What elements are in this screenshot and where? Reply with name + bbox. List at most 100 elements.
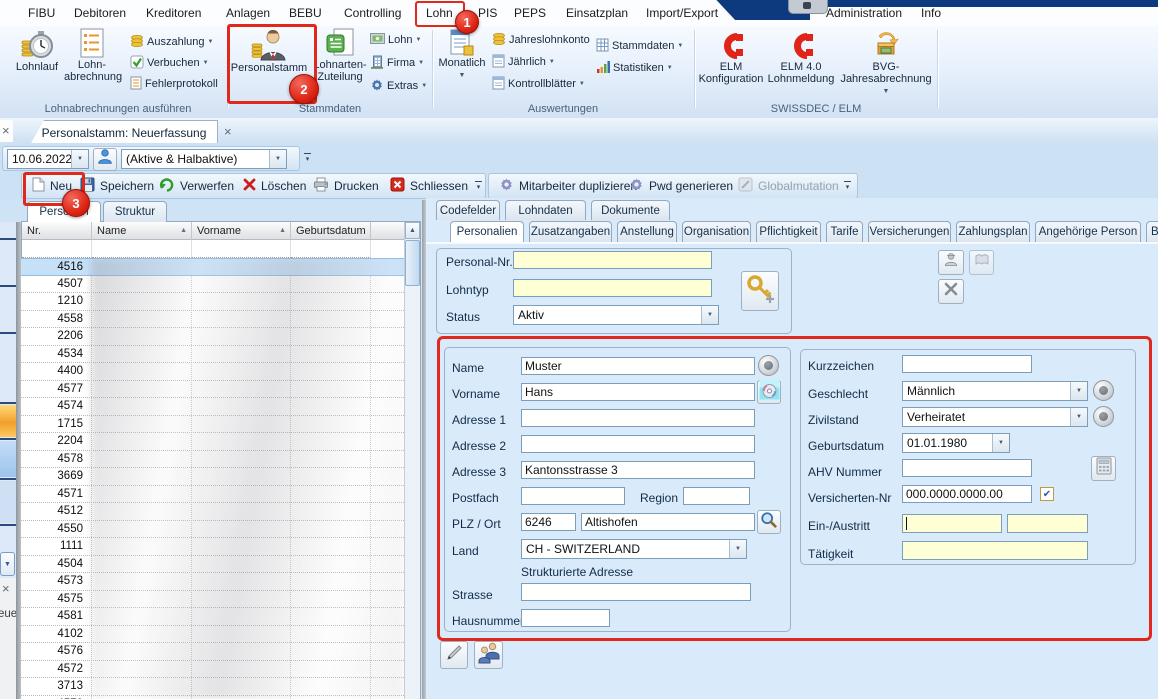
menu-item-bebu[interactable]: BEBU — [289, 6, 322, 20]
combo-arrow[interactable]: ▼ — [729, 540, 746, 558]
toolbar-overflow-grip[interactable]: ▾ — [301, 153, 314, 163]
jahreslohnkonto-button[interactable]: Jahreslohnkonto — [492, 32, 590, 48]
lohntyp-field[interactable] — [513, 279, 712, 297]
fehlerprotokoll-button[interactable]: Fehlerprotokoll — [130, 76, 218, 92]
menu-item-peps[interactable]: PEPS — [514, 6, 546, 20]
status-combo[interactable]: Aktiv ▼ — [513, 305, 719, 325]
firma-button[interactable]: Firma▼ — [370, 55, 424, 71]
jaehrlich-button[interactable]: Jährlich▼ — [492, 54, 555, 70]
toolbar-overflow-grip[interactable]: ▾ — [841, 181, 854, 191]
tab-zahlungsplan[interactable]: Zahlungsplan — [956, 221, 1030, 242]
tab-struktur[interactable]: Struktur — [103, 201, 167, 222]
menu-item-import-export[interactable]: Import/Export — [646, 6, 718, 20]
filter-cell[interactable] — [22, 240, 92, 258]
hausnummer-field[interactable] — [521, 609, 610, 627]
speichern-button[interactable]: Speichern — [80, 174, 154, 198]
toolbar-overflow-grip[interactable]: ▾ — [472, 181, 485, 191]
kontrollblaetter-button[interactable]: Kontrollblätter▼ — [492, 76, 585, 92]
ahv-nummer-field[interactable] — [902, 459, 1032, 477]
personal-nr-field[interactable] — [513, 251, 712, 269]
filter-cell[interactable] — [192, 240, 291, 258]
combo-arrow[interactable]: ▼ — [71, 150, 88, 168]
menu-item-debitoren[interactable]: Debitoren — [74, 6, 126, 20]
menu-item-lohn[interactable]: Lohn — [426, 6, 453, 20]
bvg-jahresabrechnung-button[interactable]: BVG- Jahresabrechnung ▼ — [840, 30, 932, 98]
statistiken-button[interactable]: Statistiken▼ — [596, 60, 673, 76]
column-header-nr[interactable]: Nr. — [22, 222, 92, 240]
taetigkeit-field[interactable] — [902, 541, 1088, 560]
plz-field[interactable] — [521, 513, 576, 531]
tab-versicherungen[interactable]: Versicherungen — [868, 221, 951, 242]
menu-item-administration[interactable]: Administration — [826, 6, 902, 20]
geschlecht-action-icon[interactable] — [1093, 380, 1114, 401]
name-action-icon[interactable] — [758, 355, 779, 376]
zivilstand-combo[interactable]: Verheiratet ▼ — [902, 407, 1088, 427]
combo-arrow[interactable]: ▼ — [1070, 382, 1087, 400]
menu-item-pis[interactable]: PIS — [478, 6, 497, 20]
name-field[interactable] — [521, 357, 755, 375]
tab-codefelder[interactable]: Codefelder — [436, 200, 500, 220]
pwd-generieren-button[interactable]: Pwd generieren — [629, 174, 733, 198]
close-icon[interactable]: × — [2, 582, 10, 595]
tab-personalstamm-neuerfassung[interactable]: Personalstamm: Neuerfassung — [30, 120, 218, 145]
globalmutation-button[interactable]: Globalmutation — [738, 174, 839, 198]
adresse1-field[interactable] — [521, 409, 755, 427]
region-field[interactable] — [683, 487, 750, 505]
lohnarten-zuteilung-button[interactable]: Lohnarten- Zuteilung — [311, 28, 369, 83]
accounting-date-combo[interactable]: 10.06.2022 ▼ — [7, 149, 89, 169]
tab-dokumente[interactable]: Dokumente — [591, 200, 670, 220]
auszahlung-button[interactable]: Auszahlung▼ — [130, 34, 213, 50]
schliessen-button[interactable]: Schliessen — [390, 174, 468, 198]
strasse-field[interactable] — [521, 583, 751, 601]
vertical-scrollbar[interactable]: ▲ — [404, 222, 420, 699]
verbuchen-button[interactable]: Verbuchen▼ — [130, 55, 209, 71]
monatlich-button[interactable]: Monatlich ▼ — [436, 28, 488, 82]
stammdaten-button[interactable]: Stammdaten▼ — [596, 38, 683, 54]
menu-item-einsatzplan[interactable]: Einsatzplan — [566, 6, 628, 20]
postfach-field[interactable] — [521, 487, 625, 505]
zivilstand-action-icon[interactable] — [1093, 406, 1114, 427]
dock-dropdown-button[interactable]: ▼ — [0, 552, 15, 576]
tab-lohndaten[interactable]: Lohndaten — [505, 200, 586, 220]
contacts-button[interactable] — [474, 641, 503, 669]
versicherten-nr-checkbox[interactable]: ✔ — [1040, 487, 1054, 501]
lohn-menu-button[interactable]: Lohn▼ — [370, 32, 421, 48]
drucken-button[interactable]: Drucken — [313, 174, 379, 198]
filter-cell[interactable] — [291, 240, 371, 258]
column-header-name[interactable]: Name▲ — [92, 222, 192, 240]
menu-item-kreditoren[interactable]: Kreditoren — [146, 6, 201, 20]
employee-scope-combo[interactable]: (Aktive & Halbaktive) ▼ — [121, 149, 287, 169]
land-combo[interactable]: CH - SWITZERLAND ▼ — [521, 539, 747, 559]
extras-button[interactable]: Extras▼ — [370, 78, 427, 94]
edit-button[interactable] — [440, 641, 468, 669]
person-action-button[interactable] — [938, 250, 964, 275]
book-button[interactable] — [969, 250, 994, 275]
tab-organisation[interactable]: Organisation — [682, 221, 751, 242]
adresse3-field[interactable] — [521, 461, 755, 479]
scrollbar-thumb[interactable] — [405, 240, 420, 286]
lohnabrechnung-button[interactable]: Lohn- abrechnung — [64, 28, 120, 83]
loeschen-button[interactable]: Löschen — [243, 174, 306, 198]
tab-close-icon[interactable]: × — [224, 125, 232, 138]
tab-zusatzangaben[interactable]: Zusatzangaben — [529, 221, 612, 242]
ort-field[interactable] — [581, 513, 755, 531]
menu-item-anlagen[interactable]: Anlagen — [226, 6, 270, 20]
filter-cell[interactable] — [92, 240, 192, 258]
scroll-up-button[interactable]: ▲ — [405, 222, 420, 239]
menu-item-controlling[interactable]: Controlling — [344, 6, 401, 20]
elm-konfiguration-button[interactable]: ELM Konfiguration — [698, 30, 764, 85]
tab-angehoerige-person[interactable]: Angehörige Person — [1035, 221, 1141, 242]
combo-arrow[interactable]: ▼ — [1070, 408, 1087, 426]
key-generate-button[interactable] — [741, 271, 779, 311]
photo-button[interactable] — [757, 380, 781, 404]
plz-search-button[interactable] — [757, 510, 781, 534]
combo-arrow[interactable]: ▼ — [992, 434, 1009, 452]
austritt-field[interactable] — [1007, 514, 1088, 533]
versicherten-nr-field[interactable] — [902, 485, 1032, 503]
tab-pflichtigkeit[interactable]: Pflichtigkeit — [756, 221, 821, 242]
column-header-vorname[interactable]: Vorname▲ — [192, 222, 291, 240]
tab-clipped[interactable]: B — [1146, 221, 1158, 242]
column-header-geburtsdatum[interactable]: Geburtsdatum — [291, 222, 371, 240]
personalstamm-button[interactable]: Personalstamm — [229, 27, 309, 74]
person-filter-button[interactable] — [93, 148, 117, 171]
